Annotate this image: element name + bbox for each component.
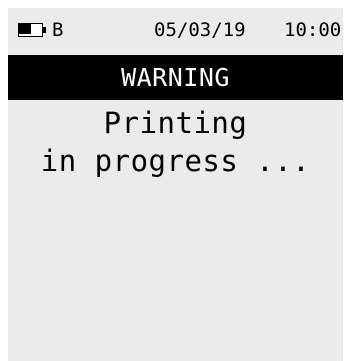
message-line-1: Printing (103, 106, 248, 140)
message-line-2: in progress ... (40, 144, 311, 178)
status-bar: B 05/03/19 10:00 (8, 8, 343, 54)
device-screen: B 05/03/19 10:00 WARNING Printing in pro… (8, 8, 343, 361)
battery-icon (18, 23, 48, 37)
time-display: 10:00 (284, 19, 342, 41)
date-display: 05/03/19 (154, 19, 246, 41)
battery-label: B (52, 19, 64, 41)
warning-title: WARNING (121, 63, 230, 92)
warning-title-bar: WARNING (8, 55, 343, 100)
